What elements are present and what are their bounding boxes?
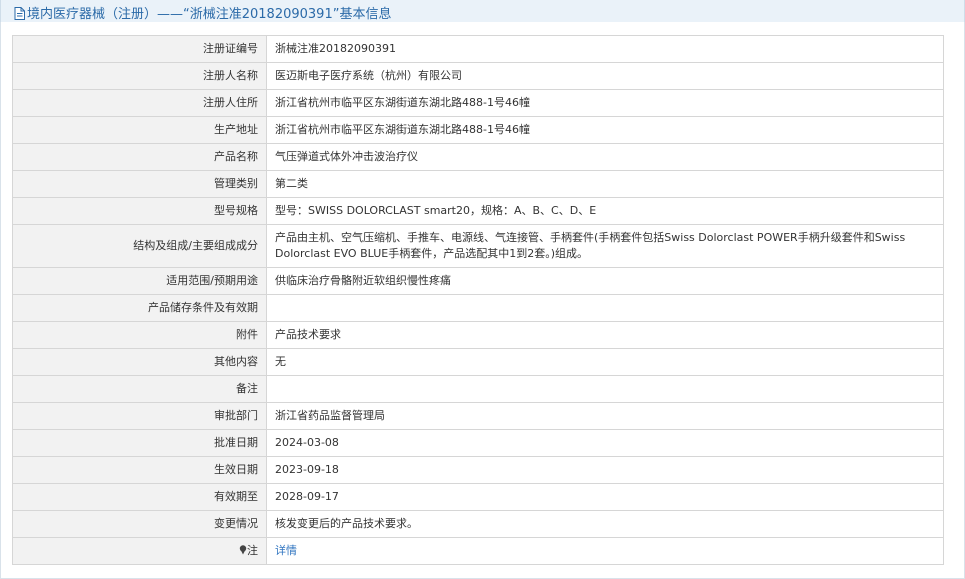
row-value: 2028-09-17 (266, 483, 944, 511)
row-value: 2023-09-18 (266, 456, 944, 484)
row-value: 医迈斯电子医疗系统（杭州）有限公司 (266, 62, 944, 90)
row-value: 浙江省杭州市临平区东湖街道东湖北路488-1号46幢 (266, 116, 944, 144)
row-label: 备注 (12, 375, 267, 403)
table-row: 生效日期 2023-09-18 (12, 456, 944, 484)
row-label: 其他内容 (12, 348, 267, 376)
table-row: 有效期至 2028-09-17 (12, 483, 944, 511)
table-row: 注册人名称 医迈斯电子医疗系统（杭州）有限公司 (12, 62, 944, 90)
table-row: 注 详情 (12, 537, 944, 565)
table-row: 注册证编号 浙械注准20182090391 (12, 35, 944, 63)
table-row: 生产地址 浙江省杭州市临平区东湖街道东湖北路488-1号46幢 (12, 116, 944, 144)
row-value: 产品技术要求 (266, 321, 944, 349)
row-label: 生效日期 (12, 456, 267, 484)
table-row: 产品储存条件及有效期 (12, 294, 944, 322)
row-value: 第二类 (266, 170, 944, 198)
row-label: 结构及组成/主要组成成分 (12, 224, 267, 268)
row-label: 审批部门 (12, 402, 267, 430)
table-row: 备注 (12, 375, 944, 403)
row-label: 变更情况 (12, 510, 267, 538)
row-value: 气压弹道式体外冲击波治疗仪 (266, 143, 944, 171)
row-value: 产品由主机、空气压缩机、手推车、电源线、气连接管、手柄套件(手柄套件包括Swis… (266, 224, 944, 268)
row-label: 管理类别 (12, 170, 267, 198)
row-value: 无 (266, 348, 944, 376)
table-row: 适用范围/预期用途 供临床治疗骨骼附近软组织慢性疼痛 (12, 267, 944, 295)
row-label: 型号规格 (12, 197, 267, 225)
row-value: 浙江省药品监督管理局 (266, 402, 944, 430)
row-label: 有效期至 (12, 483, 267, 511)
table-row: 结构及组成/主要组成成分 产品由主机、空气压缩机、手推车、电源线、气连接管、手柄套… (12, 224, 944, 268)
row-label: 注册人住所 (12, 89, 267, 117)
row-label: 适用范围/预期用途 (12, 267, 267, 295)
row-value: 核发变更后的产品技术要求。 (266, 510, 944, 538)
table-row: 附件 产品技术要求 (12, 321, 944, 349)
info-table: 注册证编号 浙械注准20182090391 注册人名称 医迈斯电子医疗系统（杭州）有… (12, 35, 944, 565)
row-label: 注 (247, 544, 258, 557)
row-value (266, 375, 944, 403)
document-icon (14, 7, 25, 20)
page-title-text: 境内医疗器械（注册）——“浙械注准20182090391”基本信息 (27, 7, 392, 22)
table-row: 注册人住所 浙江省杭州市临平区东湖街道东湖北路488-1号46幢 (12, 89, 944, 117)
table-row: 审批部门 浙江省药品监督管理局 (12, 402, 944, 430)
row-value: 供临床治疗骨骼附近软组织慢性疼痛 (266, 267, 944, 295)
row-value: 浙江省杭州市临平区东湖街道东湖北路488-1号46幢 (266, 89, 944, 117)
details-cell: 详情 (266, 537, 944, 565)
details-link[interactable]: 详情 (275, 544, 297, 557)
table-row: 批准日期 2024-03-08 (12, 429, 944, 457)
pin-icon (239, 545, 247, 555)
row-label: 注册证编号 (12, 35, 267, 63)
page-title: 境内医疗器械（注册）——“浙械注准20182090391”基本信息 (14, 3, 391, 22)
table-row: 型号规格 型号：SWISS DOLORCLAST smart20，规格：A、B、C… (12, 197, 944, 225)
table-row: 产品名称 气压弹道式体外冲击波治疗仪 (12, 143, 944, 171)
table-row: 变更情况 核发变更后的产品技术要求。 (12, 510, 944, 538)
row-label: 生产地址 (12, 116, 267, 144)
row-value (266, 294, 944, 322)
row-label: 产品名称 (12, 143, 267, 171)
row-label: 附件 (12, 321, 267, 349)
row-label: 产品储存条件及有效期 (12, 294, 267, 322)
page-header: 境内医疗器械（注册）——“浙械注准20182090391”基本信息 (0, 0, 965, 23)
note-label-cell: 注 (12, 537, 267, 565)
table-row: 管理类别 第二类 (12, 170, 944, 198)
row-label: 注册人名称 (12, 62, 267, 90)
row-value: 浙械注准20182090391 (266, 35, 944, 63)
row-value: 2024-03-08 (266, 429, 944, 457)
table-row: 其他内容无 (12, 348, 944, 376)
detail-panel: 注册证编号 浙械注准20182090391 注册人名称 医迈斯电子医疗系统（杭州）有… (0, 22, 965, 579)
row-value: 型号：SWISS DOLORCLAST smart20，规格：A、B、C、D、E (266, 197, 944, 225)
row-label: 批准日期 (12, 429, 267, 457)
